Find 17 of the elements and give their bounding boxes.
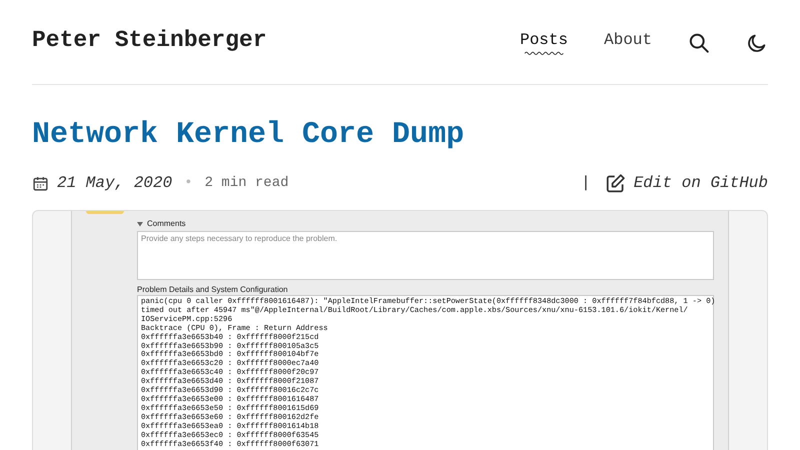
site-title[interactable]: Peter Steinberger <box>32 27 267 53</box>
calendar-icon <box>32 174 49 192</box>
comments-field[interactable]: Provide any steps necessary to reproduce the problem. <box>137 231 714 280</box>
search-icon[interactable] <box>688 32 710 54</box>
nav-link[interactable]: Posts <box>520 31 568 55</box>
disclosure-triangle-icon[interactable] <box>137 220 143 226</box>
read-time: 2 min read <box>204 175 289 191</box>
moon-icon[interactable] <box>746 32 768 54</box>
details-label: Problem Details and System Configuration <box>137 285 289 294</box>
edit-link[interactable]: Edit on GitHub <box>634 174 768 192</box>
nav-link[interactable]: About <box>604 31 652 55</box>
post-title: Network Kernel Core Dump <box>32 117 466 153</box>
divider-text: | <box>580 174 591 192</box>
separator-dot: • <box>184 175 193 191</box>
pencil-icon <box>604 172 626 194</box>
comments-label: Comments <box>147 219 186 228</box>
post-date: 21 May, 2020 <box>57 174 172 192</box>
